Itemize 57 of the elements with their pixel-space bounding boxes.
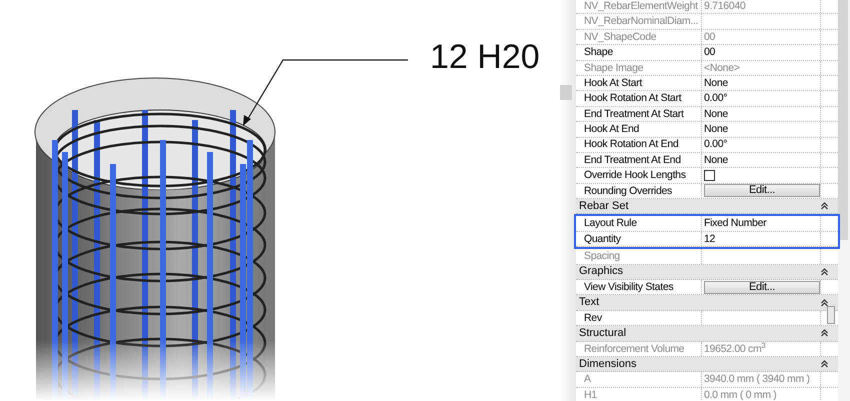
collapse-icon[interactable] xyxy=(821,360,828,368)
property-value: None xyxy=(704,154,728,166)
group-header[interactable]: Structural xyxy=(576,326,838,342)
property-value: 0.00° xyxy=(704,93,728,104)
group-title: Graphics xyxy=(579,266,624,278)
property-value: Fixed Number xyxy=(704,218,766,229)
property-label: Layout Rule xyxy=(584,218,637,229)
property-value: 0.00° xyxy=(704,139,728,150)
property-value: 12 xyxy=(704,234,716,244)
group-header[interactable]: Graphics xyxy=(576,264,838,280)
property-label: Override Hook Lengths xyxy=(584,170,686,181)
property-label: Rounding Overrides xyxy=(584,186,672,196)
property-label: View Visibility States xyxy=(584,282,674,292)
property-label: End Treatment At End xyxy=(584,154,681,166)
property-label: Hook At End xyxy=(584,124,640,135)
collapse-icon[interactable] xyxy=(821,298,828,307)
property-label: Hook At Start xyxy=(584,78,642,88)
edit-button[interactable]: Edit... xyxy=(704,184,820,198)
group-title: Text xyxy=(579,297,600,308)
checkbox[interactable] xyxy=(704,170,715,181)
property-label: Spacing xyxy=(584,251,620,262)
property-value: 00 xyxy=(704,32,716,42)
group-title: Dimensions xyxy=(579,358,636,370)
property-value: 00 xyxy=(704,47,716,58)
scrollbar[interactable] xyxy=(838,0,848,240)
property-label: NV_ShapeCode xyxy=(584,32,656,42)
edit-button[interactable]: Edit... xyxy=(704,280,820,294)
group-header[interactable]: Text xyxy=(576,295,838,311)
property-value: None xyxy=(704,124,728,135)
property-label: NV_RebarElementWeight xyxy=(584,0,698,12)
property-value: 9.716040 xyxy=(704,0,746,12)
property-label: NV_RebarNominalDiam... xyxy=(584,16,698,27)
rebar-tag-label: 12 H20 xyxy=(430,40,540,74)
group-header[interactable]: Dimensions xyxy=(576,356,838,372)
property-label: H1 xyxy=(584,390,597,400)
collapse-icon[interactable] xyxy=(821,329,828,338)
group-title: Rebar Set xyxy=(579,200,629,212)
property-value: 19652.00 cm$^{3}$ xyxy=(704,344,766,354)
property-value: None xyxy=(704,108,728,120)
property-label: Hook Rotation At Start xyxy=(584,93,682,104)
property-label: Hook Rotation At End xyxy=(584,139,678,150)
property-label: End Treatment At Start xyxy=(584,108,684,120)
group-header[interactable]: Rebar Set xyxy=(576,199,838,214)
property-value: None xyxy=(704,78,728,88)
property-label: Shape Image xyxy=(584,62,644,73)
collapse-icon[interactable] xyxy=(821,202,828,210)
group-title: Structural xyxy=(579,328,626,339)
property-label: Rev xyxy=(584,312,602,324)
property-label: Quantity xyxy=(584,234,621,244)
scrollbar-thumb[interactable] xyxy=(827,306,835,324)
property-value: 3940.0 mm ( 3940 mm ) xyxy=(704,374,810,385)
property-value: <None> xyxy=(704,62,740,73)
property-label: Shape xyxy=(584,47,613,58)
collapse-icon[interactable] xyxy=(821,268,828,276)
property-value: 0.0 mm ( 0 mm ) xyxy=(704,390,777,400)
property-label: Reinforcement Volume xyxy=(584,344,684,354)
property-label: A xyxy=(584,374,591,385)
